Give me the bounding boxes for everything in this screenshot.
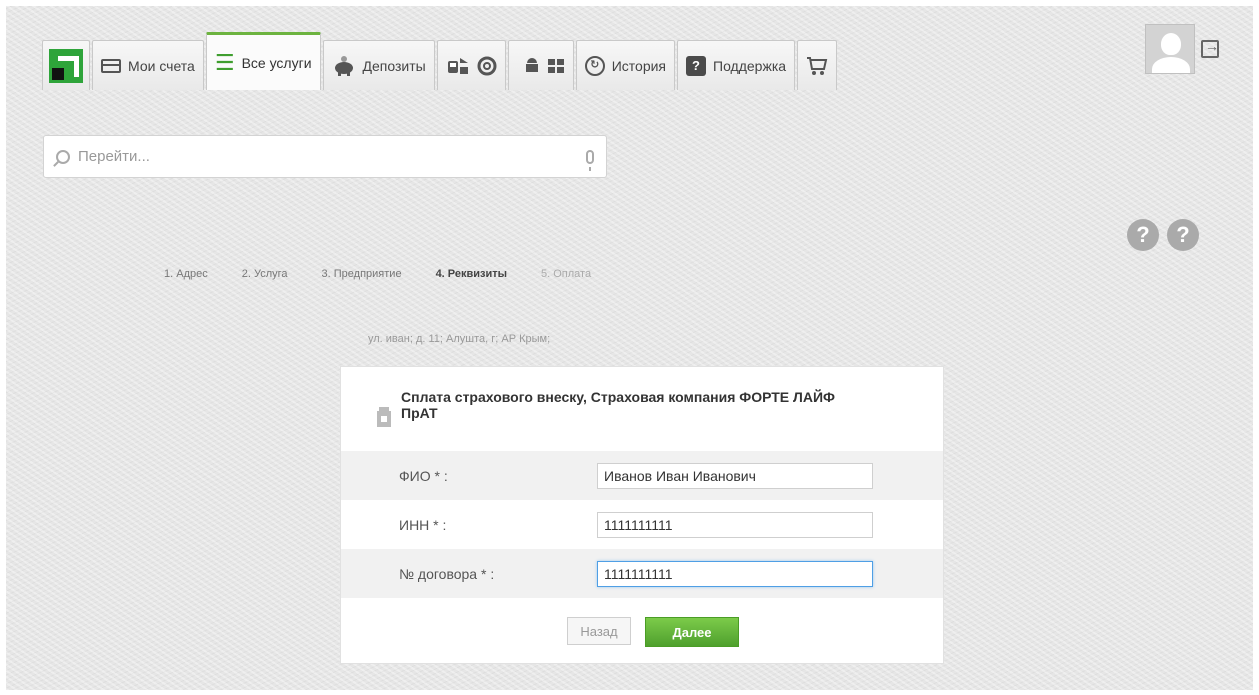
- windows-icon: [547, 58, 565, 74]
- tab-history[interactable]: ↻ История: [575, 40, 676, 90]
- form-buttons: Назад Далее: [341, 617, 943, 647]
- piggy-bank-icon: [332, 55, 356, 77]
- form-title: Сплата страхового внеску, Страховая комп…: [401, 389, 835, 421]
- form-row-inn: ИНН * :: [341, 500, 943, 549]
- top-navigation: Мои счета ☰ Все услуги Депозиты ↻ Истори…: [42, 22, 839, 90]
- avatar[interactable]: [1145, 24, 1195, 74]
- step-service[interactable]: 2. Услуга: [242, 268, 288, 280]
- form-row-fio: ФИО * :: [341, 451, 943, 500]
- inn-label: ИНН * :: [399, 516, 447, 533]
- help-icon: ?: [686, 55, 707, 76]
- train-plane-icon: [446, 55, 470, 77]
- tab-label: Депозиты: [362, 57, 426, 74]
- help-icons: ? ?: [1127, 219, 1199, 251]
- fio-label: ФИО * :: [399, 467, 448, 484]
- privatbank-logo-icon: [49, 48, 83, 83]
- form-header: Сплата страхового внеску, Страховая комп…: [377, 389, 871, 427]
- tab-label: Все услуги: [241, 54, 312, 71]
- video-help-icon[interactable]: ?: [1127, 219, 1159, 251]
- step-details: 4. Реквизиты: [435, 268, 508, 280]
- tab-mobile-apps[interactable]: [507, 40, 574, 90]
- wizard-steps: 1. Адрес 2. Услуга 3. Предприятие 4. Рек…: [164, 268, 591, 280]
- cart-icon: [806, 56, 828, 76]
- step-address[interactable]: 1. Адрес: [164, 268, 208, 280]
- tab-my-accounts[interactable]: Мои счета: [92, 40, 204, 90]
- search-input[interactable]: [76, 147, 586, 166]
- payment-form: Сплата страхового внеску, Страховая комп…: [340, 366, 944, 664]
- tab-all-services[interactable]: ☰ Все услуги: [205, 32, 321, 90]
- form-fields: ФИО * : ИНН * : № договора * :: [341, 451, 943, 598]
- tab-deposits[interactable]: Депозиты: [322, 40, 435, 90]
- microphone-icon[interactable]: [586, 149, 594, 171]
- tab-transport[interactable]: [436, 40, 506, 90]
- step-payment: 5. Оплата: [541, 268, 592, 280]
- next-button[interactable]: Далее: [645, 617, 739, 647]
- address-line: ул. иван; д. 11; Алушта, г; АР Крым;: [368, 333, 551, 345]
- inn-field[interactable]: [597, 511, 873, 538]
- tab-cart[interactable]: [797, 40, 838, 90]
- android-icon: [524, 57, 540, 75]
- tab-support[interactable]: ? Поддержка: [677, 40, 796, 90]
- help-circle-icon[interactable]: ?: [1167, 219, 1199, 251]
- list-icon: ☰: [214, 49, 235, 75]
- history-icon: ↻: [584, 55, 605, 76]
- app-window: Мои счета ☰ Все услуги Депозиты ↻ Истори…: [6, 6, 1253, 690]
- form-row-contract: № договора * :: [341, 549, 943, 598]
- contract-number-field[interactable]: [597, 560, 873, 587]
- logout-icon[interactable]: [1201, 38, 1219, 58]
- card-icon: [101, 58, 121, 73]
- tab-label: Мои счета: [128, 57, 195, 74]
- tab-label: История: [611, 57, 667, 74]
- building-icon: [377, 407, 391, 427]
- fio-field[interactable]: [597, 462, 873, 489]
- user-area: [1145, 24, 1219, 74]
- tab-label: Поддержка: [713, 57, 787, 74]
- contract-label: № договора * :: [399, 565, 495, 582]
- back-button[interactable]: Назад: [567, 617, 631, 645]
- search-box: [43, 135, 607, 178]
- logo-tab[interactable]: [42, 40, 90, 90]
- lifebuoy-icon: [477, 56, 497, 76]
- search-icon: [56, 149, 70, 164]
- step-company[interactable]: 3. Предприятие: [322, 268, 402, 280]
